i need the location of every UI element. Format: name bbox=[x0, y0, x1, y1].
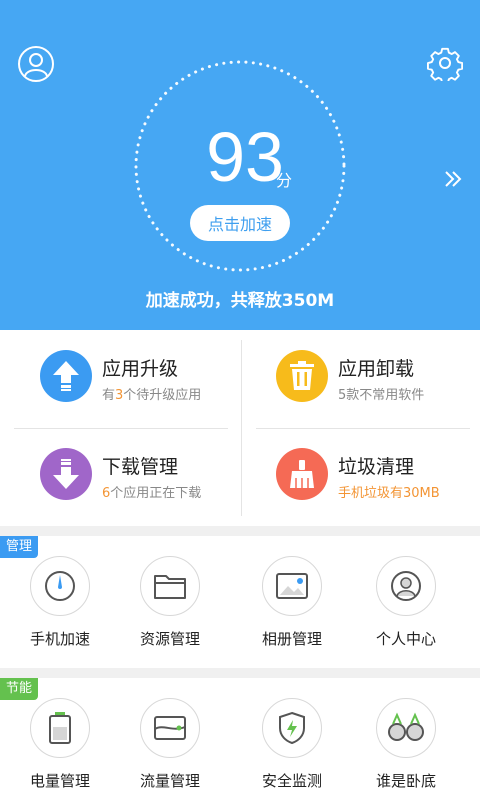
junk-clean-item[interactable]: 垃圾清理 手机垃圾有30MB bbox=[236, 428, 466, 518]
score-unit: 分 bbox=[276, 171, 293, 190]
feature-title: 应用卸载 bbox=[338, 358, 415, 380]
manage-section: 管理 手机加速 资源管理 相册管理 个人中心 bbox=[0, 536, 480, 668]
broom-icon bbox=[276, 448, 328, 500]
download-arrow-icon bbox=[40, 448, 92, 500]
tool-label: 谁是卧底 bbox=[375, 772, 436, 790]
app-uninstall-item[interactable]: 应用卸载 5款不常用软件 bbox=[236, 330, 466, 420]
speedometer-icon bbox=[30, 556, 90, 616]
feature-title: 垃圾清理 bbox=[338, 456, 415, 478]
folder-icon bbox=[140, 556, 200, 616]
upload-arrow-icon bbox=[40, 350, 92, 402]
feature-title: 应用升级 bbox=[102, 358, 179, 380]
battery-manager-tool[interactable]: 电量管理 bbox=[0, 678, 120, 794]
trash-icon bbox=[276, 350, 328, 402]
boost-result-text: 加速成功，共释放350M bbox=[145, 291, 335, 311]
boost-button[interactable]: 点击加速 bbox=[190, 205, 290, 241]
download-manager-item[interactable]: 下载管理 6个应用正在下载 bbox=[0, 428, 230, 518]
album-manager-tool[interactable]: 相册管理 bbox=[232, 536, 352, 652]
user-avatar-icon[interactable] bbox=[16, 44, 56, 84]
tool-label: 电量管理 bbox=[29, 772, 90, 790]
traffic-manager-tool[interactable]: 流量管理 bbox=[110, 678, 230, 794]
tool-label: 资源管理 bbox=[139, 630, 200, 648]
app-upgrade-item[interactable]: 应用升级 有3个待升级应用 bbox=[0, 330, 230, 420]
undercover-icon bbox=[376, 698, 436, 758]
tool-label: 安全监测 bbox=[261, 772, 322, 790]
feature-title: 下载管理 bbox=[102, 456, 179, 478]
battery-icon bbox=[30, 698, 90, 758]
tool-label: 手机加速 bbox=[29, 630, 90, 648]
tool-label: 个人中心 bbox=[375, 630, 436, 648]
header-panel: 93 分 点击加速 加速成功，共释放350M bbox=[0, 0, 480, 330]
tool-label: 流量管理 bbox=[139, 772, 200, 790]
personal-center-tool[interactable]: 个人中心 bbox=[346, 536, 466, 652]
user-center-icon bbox=[376, 556, 436, 616]
feature-subtitle: 手机垃圾有30MB bbox=[338, 486, 440, 501]
feature-subtitle: 5款不常用软件 bbox=[338, 388, 425, 403]
data-traffic-icon bbox=[140, 698, 200, 758]
double-chevron-right-icon[interactable] bbox=[436, 162, 470, 196]
feature-subtitle: 6个应用正在下载 bbox=[102, 486, 202, 501]
power-saving-section: 节能 电量管理 流量管理 安全监测 谁是卧底 bbox=[0, 678, 480, 800]
gear-icon[interactable] bbox=[425, 43, 465, 83]
resource-manager-tool[interactable]: 资源管理 bbox=[110, 536, 230, 652]
shield-icon bbox=[262, 698, 322, 758]
feature-grid: 应用升级 有3个待升级应用 应用卸载 5款不常用软件 下载管理 6个应用正在下载 bbox=[0, 330, 480, 526]
tool-label: 相册管理 bbox=[261, 630, 322, 648]
phone-boost-tool[interactable]: 手机加速 bbox=[0, 536, 120, 652]
undercover-tool[interactable]: 谁是卧底 bbox=[346, 678, 466, 794]
photo-album-icon bbox=[262, 556, 322, 616]
security-monitor-tool[interactable]: 安全监测 bbox=[232, 678, 352, 794]
feature-subtitle: 有3个待升级应用 bbox=[102, 388, 202, 403]
